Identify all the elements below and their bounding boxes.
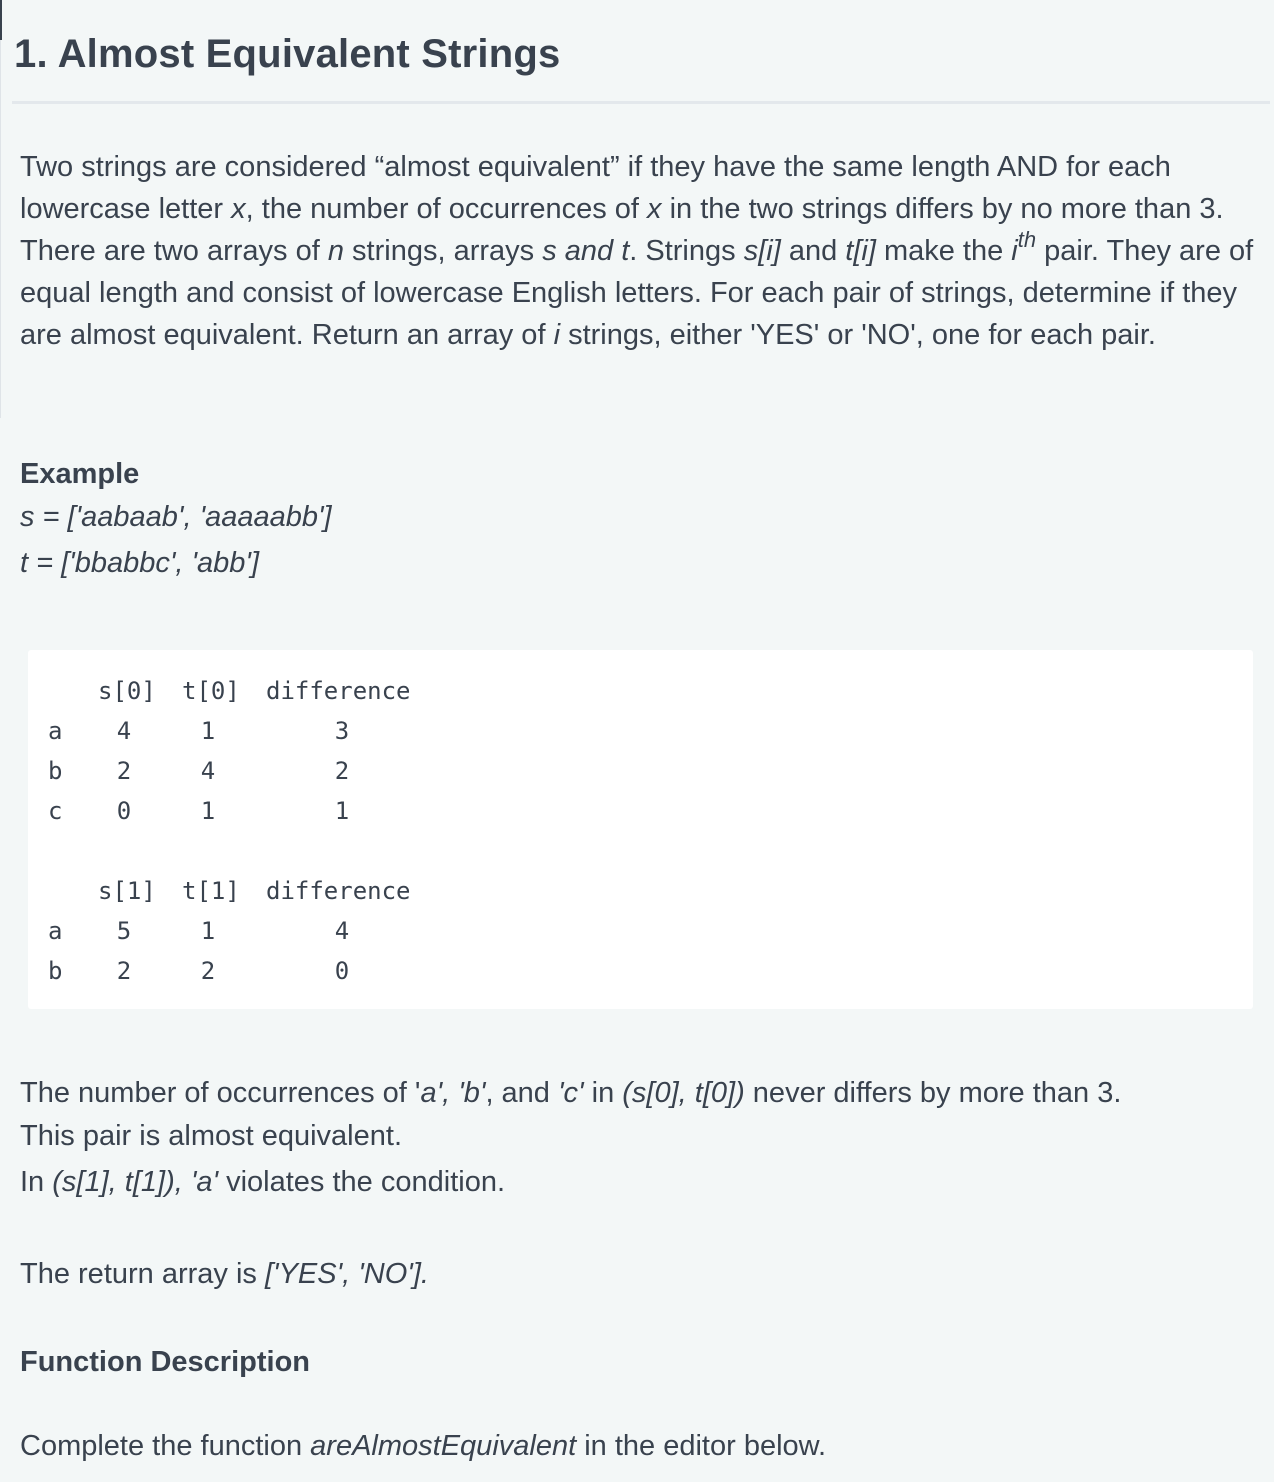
s-count-cell: 2 [116, 757, 132, 785]
intro-text: . Strings [629, 235, 744, 267]
letter-cell: a [48, 717, 63, 745]
function-description-text: Complete the function areAlmostEquivalen… [20, 1424, 1268, 1468]
letter-cell: c [48, 797, 63, 825]
intro-text: strings, either 'YES' or 'NO', one for e… [560, 319, 1156, 351]
s-count-cell: 2 [116, 957, 132, 985]
var-x: x [231, 193, 246, 225]
left-border [0, 0, 1, 418]
intro-text: and [780, 235, 846, 267]
var-x: x [647, 193, 662, 225]
difference-cell: 3 [334, 717, 350, 745]
intro-text: , the number of occurrences of [245, 193, 648, 225]
function-text: in the editor below. [576, 1430, 827, 1462]
explanation-text: In [20, 1166, 53, 1198]
function-text: Complete the function [20, 1430, 311, 1462]
explanation-line: The number of occurrences of 'a', 'b', a… [20, 1071, 1268, 1115]
s-count-cell: 5 [116, 917, 132, 945]
letter-cell: b [48, 957, 63, 985]
s-count-cell: 0 [116, 797, 132, 825]
page-title: 1. Almost Equivalent Strings [14, 32, 561, 76]
t-count-cell: 1 [200, 797, 216, 825]
difference-cell: 1 [334, 797, 350, 825]
s-count-cell: 4 [116, 717, 132, 745]
example-s-array: s = ['aabaab', 'aaaaabb'] [20, 501, 332, 533]
explanation-emphasis: 'c' [558, 1077, 584, 1109]
intro-text: make the [875, 235, 1012, 267]
explanation-text: , and [485, 1077, 558, 1109]
explanation-emphasis: (s[0], t[0]) [622, 1077, 745, 1109]
column-header: difference [266, 677, 411, 705]
problem-statement: Two strings are considered “almost equiv… [20, 146, 1268, 356]
difference-cell: 0 [334, 957, 350, 985]
function-name: areAlmostEquivalent [310, 1430, 577, 1462]
explanation-emphasis: a', 'b' [420, 1077, 486, 1109]
column-header: t[1] [182, 877, 240, 905]
column-header: difference [266, 877, 411, 905]
return-array-line: The return array is ['YES', 'NO']. [20, 1252, 1268, 1296]
explanation-text: violates the condition. [218, 1166, 506, 1198]
var-s-i: s[i] [743, 235, 781, 267]
column-header: s[1] [98, 877, 156, 905]
example-heading: Example [20, 458, 140, 490]
intro-text: strings, arrays [343, 235, 543, 267]
t-count-cell: 1 [200, 917, 216, 945]
explanation-text: The number of occurrences of ' [20, 1077, 421, 1109]
function-description-heading: Function Description [20, 1346, 310, 1378]
title-divider [12, 101, 1270, 104]
occurrence-table-block: s[0] t[0] difference a 4 1 3 b 2 4 2 c 0… [28, 650, 1253, 1009]
t-count-cell: 4 [200, 757, 216, 785]
var-s-and-t: s and t [542, 235, 630, 267]
column-header: s[0] [98, 677, 156, 705]
explanation-line: This pair is almost equivalent. [20, 1120, 402, 1152]
explanation-text: The return array is [20, 1258, 265, 1290]
example-t-array: t = ['bbabbc', 'abb'] [20, 547, 260, 579]
difference-cell: 2 [334, 757, 350, 785]
explanation-emphasis: ['YES', 'NO']. [264, 1258, 429, 1290]
explanation-line: In (s[1], t[1]), 'a' violates the condit… [20, 1160, 1268, 1204]
difference-cell: 4 [334, 917, 350, 945]
caret-marker [0, 0, 2, 40]
column-header: t[0] [182, 677, 240, 705]
t-count-cell: 2 [200, 957, 216, 985]
superscript-th: th [1017, 227, 1037, 253]
t-count-cell: 1 [200, 717, 216, 745]
explanation-text: never differs by more than 3. [744, 1077, 1122, 1109]
explanation-emphasis: (s[1], t[1]), 'a' [52, 1166, 219, 1198]
explanation-text: in [583, 1077, 623, 1109]
var-t-i: t[i] [845, 235, 876, 267]
var-n: n [327, 235, 344, 267]
letter-cell: a [48, 917, 63, 945]
letter-cell: b [48, 757, 63, 785]
